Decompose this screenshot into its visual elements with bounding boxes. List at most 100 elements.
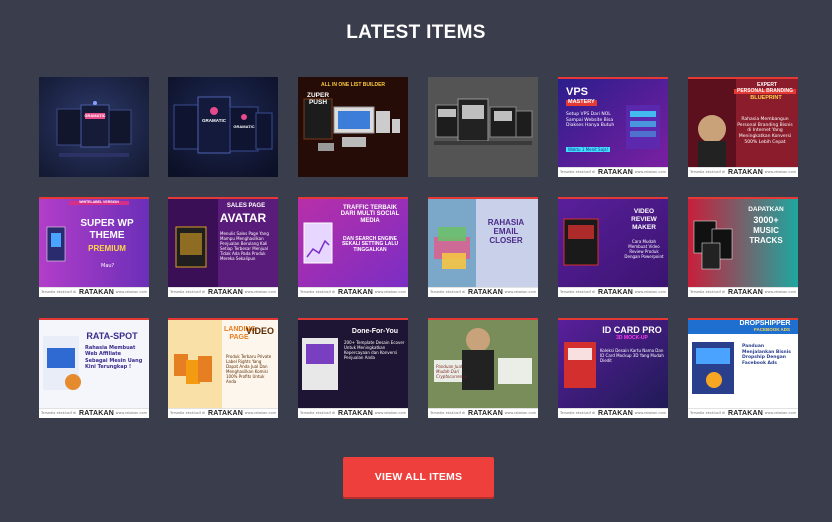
footer-left-text: Tersedia eksklusif di [170, 290, 206, 294]
footer-url: www.ratakan.com [115, 411, 147, 415]
item-description: Panduan Menjalankan Bisnis Dropship Deng… [742, 344, 791, 366]
item-headline: 3D MOCK-UP [616, 335, 648, 341]
item-headline: VIDEO [245, 326, 274, 336]
item-headline: FACEBOOK ADS [753, 327, 791, 332]
footer-left-text: Tersedia eksklusif di [560, 411, 596, 415]
item-description: Produk Terbaru Private Label Rights Yang… [226, 354, 272, 384]
ratakan-logo: RATAKAN [598, 169, 633, 176]
card-top-accent [428, 197, 538, 199]
card-footer: Tersedia eksklusif di RATAKAN www.rataka… [558, 408, 668, 418]
footer-url: www.ratakan.com [764, 170, 796, 174]
card-footer: Tersedia eksklusif di RATAKAN www.rataka… [168, 408, 278, 418]
footer-left-text: Tersedia eksklusif di [690, 170, 726, 174]
item-headline: RATA-SPOT [86, 331, 138, 341]
item-headline: 3000+ [753, 215, 779, 225]
item-card-video-review[interactable]: VIDEO REVIEW MAKER Cara Mudah Membuat Vi… [558, 197, 668, 297]
item-headline: BLUEPRINT [750, 95, 782, 101]
ratakan-logo: RATAKAN [79, 410, 114, 417]
item-headline: WHITELABEL VERSION [69, 200, 129, 205]
item-headline: GRAMATIC [202, 118, 226, 123]
item-headline: TRAFFIC TERBAIK DARI MULTI SOCIAL MEDIA [340, 205, 400, 224]
item-headline: SUPER WP [80, 218, 134, 229]
item-headline: GRAMATIC [84, 113, 106, 118]
item-headline: DAPATKAN [748, 206, 784, 213]
card-top-accent [558, 197, 668, 199]
footer-url: www.ratakan.com [374, 411, 406, 415]
footer-left-text: Tersedia eksklusif di [560, 170, 596, 174]
item-headline: GRAMATIC [233, 124, 255, 129]
ratakan-logo: RATAKAN [79, 289, 114, 296]
card-footer: Tersedia eksklusif di RATAKAN www.rataka… [688, 167, 798, 177]
item-headline: VPS [566, 86, 589, 98]
ratakan-logo: RATAKAN [728, 410, 763, 417]
ratakan-logo: RATAKAN [468, 289, 503, 296]
item-headline: Done-For-You [351, 328, 399, 335]
footer-left-text: Tersedia eksklusif di [300, 290, 336, 294]
footer-url: www.ratakan.com [504, 411, 536, 415]
footer-url: www.ratakan.com [634, 170, 666, 174]
card-top-accent [688, 197, 798, 199]
footer-url: www.ratakan.com [764, 290, 796, 294]
ratakan-logo: RATAKAN [338, 410, 373, 417]
item-headline: PERSONAL BRANDING [734, 88, 796, 95]
item-card-dropshipper[interactable]: DROPSHIPPER FACEBOOK ADS Panduan Menjala… [688, 318, 798, 418]
item-card-avatar[interactable]: SALES PAGE AVATAR Menulis Sales Page Yan… [168, 197, 278, 297]
item-thumbnail [688, 318, 798, 409]
card-footer: Tersedia eksklusif di RATAKAN www.rataka… [428, 408, 538, 418]
ratakan-logo: RATAKAN [598, 410, 633, 417]
item-description: Koleksi Desain Kartu Nama Dan ID Card Mo… [600, 348, 664, 363]
item-cta: Waktu 1 Menit Saja! [566, 147, 611, 152]
item-card-done-for-you[interactable]: Done-For-You 200+ Template Desain Ecover… [298, 318, 408, 418]
ratakan-logo: RATAKAN [208, 410, 243, 417]
item-card-traffic-social[interactable]: TRAFFIC TERBAIK DARI MULTI SOCIAL MEDIA … [298, 197, 408, 297]
ratakan-logo: RATAKAN [468, 410, 503, 417]
ratakan-logo: RATAKAN [728, 169, 763, 176]
item-headline: DAN SEARCH ENGINE SEKALI SETTING LALU TI… [341, 236, 399, 253]
card-top-accent [298, 318, 408, 320]
item-headline: THEME [89, 230, 125, 241]
card-footer: Tersedia eksklusif di RATAKAN www.rataka… [298, 287, 408, 297]
item-card-gramatic-2[interactable]: GRAMATIC GRAMATIC [168, 77, 278, 177]
item-card-id-card-pro[interactable]: ID CARD PRO 3D MOCK-UP Koleksi Desain Ka… [558, 318, 668, 418]
footer-left-text: Tersedia eksklusif di [690, 290, 726, 294]
footer-left-text: Tersedia eksklusif di [430, 411, 466, 415]
view-all-items-button[interactable]: VIEW ALL ITEMS [343, 457, 494, 497]
item-card-email-closer[interactable]: RAHASIA EMAIL CLOSER Tersedia eksklusif … [428, 197, 538, 297]
footer-url: www.ratakan.com [374, 290, 406, 294]
ratakan-logo: RATAKAN [728, 289, 763, 296]
item-cta: Mau? [101, 263, 115, 269]
item-card-vps-mastery[interactable]: VPS MASTERY Setup VPS Dari NOL Sampai We… [558, 77, 668, 177]
card-footer: Tersedia eksklusif di RATAKAN www.rataka… [39, 408, 149, 418]
item-headline: ALL IN ONE LIST BUILDER [320, 82, 386, 88]
item-card-personal-branding[interactable]: EXPERT PERSONAL BRANDING BLUEPRINT Rahas… [688, 77, 798, 177]
item-thumbnail [168, 77, 278, 177]
item-card-landing-page-video[interactable]: LANDING PAGE VIDEO Produk Terbaru Privat… [168, 318, 278, 418]
item-card-cryptocurrency[interactable]: Panduan Jual Mudah Dari Cryptocurrency T… [428, 318, 538, 418]
footer-url: www.ratakan.com [244, 411, 276, 415]
card-top-accent [39, 318, 149, 320]
item-headline: MAKER [632, 224, 656, 231]
item-headline: MUSIC [753, 226, 779, 235]
item-headline: CLOSER [489, 236, 523, 245]
item-headline: ZUPER PUSH [306, 92, 330, 106]
footer-left-text: Tersedia eksklusif di [560, 290, 596, 294]
item-card-dark-bundle[interactable] [428, 77, 538, 177]
footer-left-text: Tersedia eksklusif di [430, 290, 466, 294]
ratakan-logo: RATAKAN [208, 289, 243, 296]
item-thumbnail [428, 77, 538, 177]
item-description: Rahasia Membuat Web Affiliate Sebagai Me… [85, 345, 143, 370]
item-card-gramatic-1[interactable]: GRAMATIC [39, 77, 149, 177]
item-headline: PREMIUM [88, 244, 126, 253]
item-card-music-tracks[interactable]: DAPATKAN 3000+ MUSIC TRACKS Tersedia eks… [688, 197, 798, 297]
item-card-rata-spot[interactable]: RATA-SPOT Rahasia Membuat Web Affiliate … [39, 318, 149, 418]
card-footer: Tersedia eksklusif di RATAKAN www.rataka… [688, 408, 798, 418]
footer-left-text: Tersedia eksklusif di [690, 411, 726, 415]
item-headline: REVIEW [631, 216, 657, 223]
item-thumbnail [39, 77, 149, 177]
item-description: Menulis Sales Page Yang Mampu Menghasilk… [220, 231, 269, 261]
item-card-zuper-push[interactable]: ALL IN ONE LIST BUILDER ZUPER PUSH [298, 77, 408, 177]
card-footer: Tersedia eksklusif di RATAKAN www.rataka… [428, 287, 538, 297]
item-description: Rahasia Membangun Personal Branding Bisn… [737, 117, 793, 145]
item-card-super-wp-theme[interactable]: WHITELABEL VERSION SUPER WP THEME PREMIU… [39, 197, 149, 297]
card-top-accent [168, 318, 278, 320]
